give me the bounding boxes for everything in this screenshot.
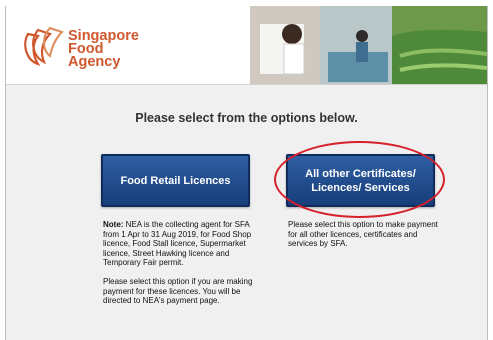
- logo-wordmark: Singapore Food Agency: [68, 29, 139, 70]
- right-option-description: Please select this option to make paymen…: [288, 220, 438, 249]
- header: Singapore Food Agency: [6, 6, 487, 85]
- note-text-2: Please select this option if you are mak…: [103, 276, 253, 306]
- button-label: Food Retail Licences: [120, 174, 231, 187]
- note-label: Note:: [103, 220, 124, 229]
- logo-line: Agency: [68, 54, 121, 70]
- note-text: NEA is the collecting agent for SFA from…: [103, 220, 252, 268]
- header-banner-image: [250, 6, 487, 84]
- page-frame: Singapore Food Agency Please select from…: [5, 6, 488, 340]
- sfa-emblem-icon: [24, 26, 64, 66]
- food-retail-licences-button[interactable]: Food Retail Licences: [101, 154, 250, 207]
- page-prompt: Please select from the options below.: [135, 111, 358, 125]
- red-highlight-circle: [274, 141, 445, 218]
- left-option-note: Note: NEA is the collecting agent for SF…: [103, 220, 253, 315]
- sfa-logo[interactable]: Singapore Food Agency: [20, 22, 180, 70]
